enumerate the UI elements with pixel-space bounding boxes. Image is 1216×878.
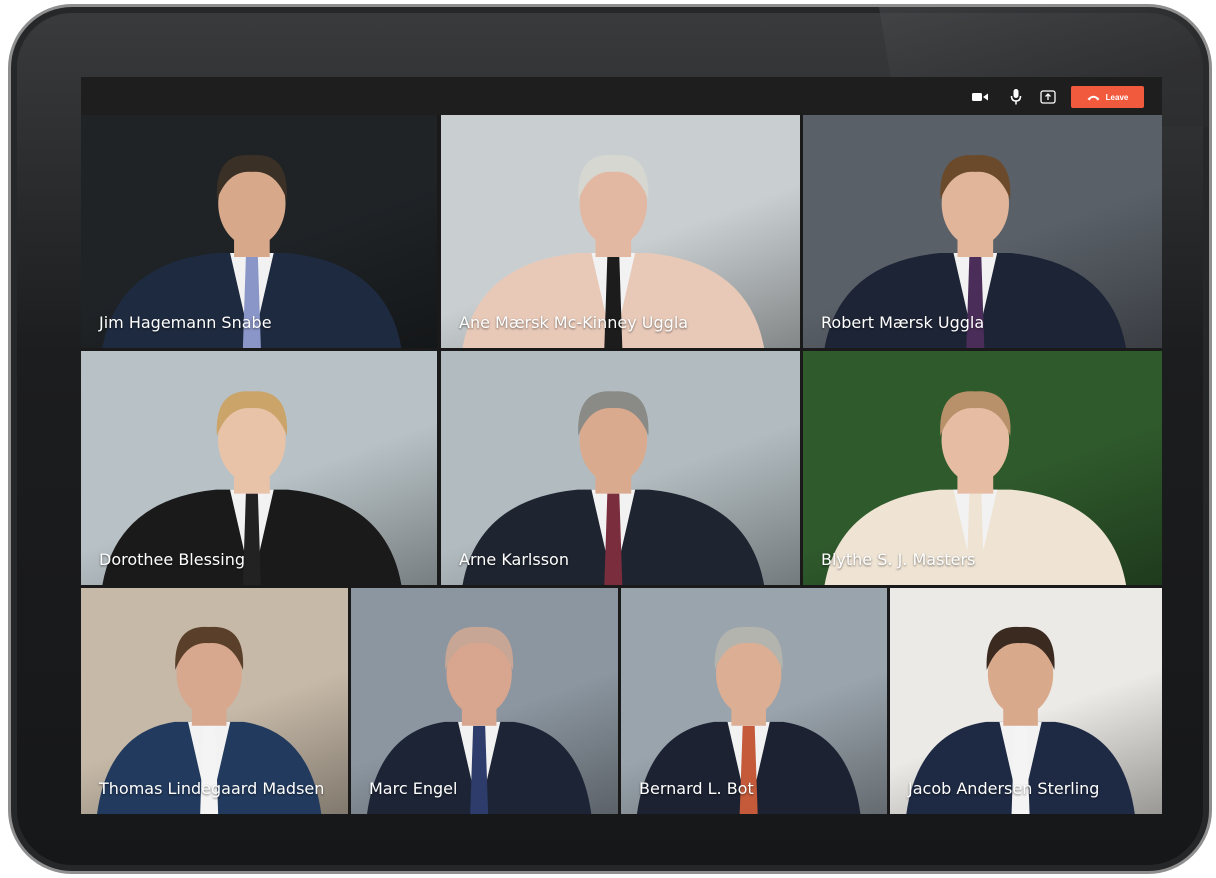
- participant-tile[interactable]: Marc Engel: [351, 588, 618, 814]
- participant-name: Dorothee Blessing: [99, 550, 245, 569]
- microphone-icon[interactable]: [1007, 88, 1025, 106]
- hang-up-icon: [1087, 95, 1100, 100]
- participant-name: Arne Karlsson: [459, 550, 569, 569]
- participant-name: Marc Engel: [369, 779, 458, 798]
- participant-tile[interactable]: Bernard L. Bot: [621, 588, 887, 814]
- video-camera-icon[interactable]: [971, 88, 989, 106]
- participant-name: Jim Hagemann Snabe: [99, 313, 272, 332]
- share-screen-icon[interactable]: [1039, 88, 1057, 106]
- participant-grid: Jim Hagemann Snabe Ane Mærsk Mc-Kinney Ug…: [81, 115, 1162, 814]
- tablet-frame: Leave Jim Hagemann Snabe Ane Mærsk Mc-Kin…: [8, 4, 1212, 874]
- participant-tile[interactable]: Robert Mærsk Uggla: [803, 115, 1162, 348]
- leave-button[interactable]: Leave: [1071, 86, 1144, 108]
- participant-tile[interactable]: Ane Mærsk Mc-Kinney Uggla: [441, 115, 800, 348]
- participant-name: Blythe S. J. Masters: [821, 550, 976, 569]
- participant-tile[interactable]: Thomas Lindegaard Madsen: [81, 588, 348, 814]
- participant-name: Jacob Andersen Sterling: [908, 779, 1100, 798]
- video-call-window: Leave Jim Hagemann Snabe Ane Mærsk Mc-Kin…: [81, 77, 1162, 814]
- participant-tile[interactable]: Jacob Andersen Sterling: [890, 588, 1162, 814]
- call-toolbar: Leave: [81, 77, 1162, 115]
- participant-name: Ane Mærsk Mc-Kinney Uggla: [459, 313, 689, 332]
- leave-label: Leave: [1105, 92, 1129, 102]
- participant-tile[interactable]: Dorothee Blessing: [81, 351, 437, 585]
- participant-name: Thomas Lindegaard Madsen: [99, 779, 325, 798]
- participant-name: Bernard L. Bot: [639, 779, 754, 798]
- participant-tile[interactable]: Jim Hagemann Snabe: [81, 115, 437, 348]
- participant-tile[interactable]: Blythe S. J. Masters: [803, 351, 1162, 585]
- participant-tile[interactable]: Arne Karlsson: [441, 351, 800, 585]
- participant-name: Robert Mærsk Uggla: [821, 313, 985, 332]
